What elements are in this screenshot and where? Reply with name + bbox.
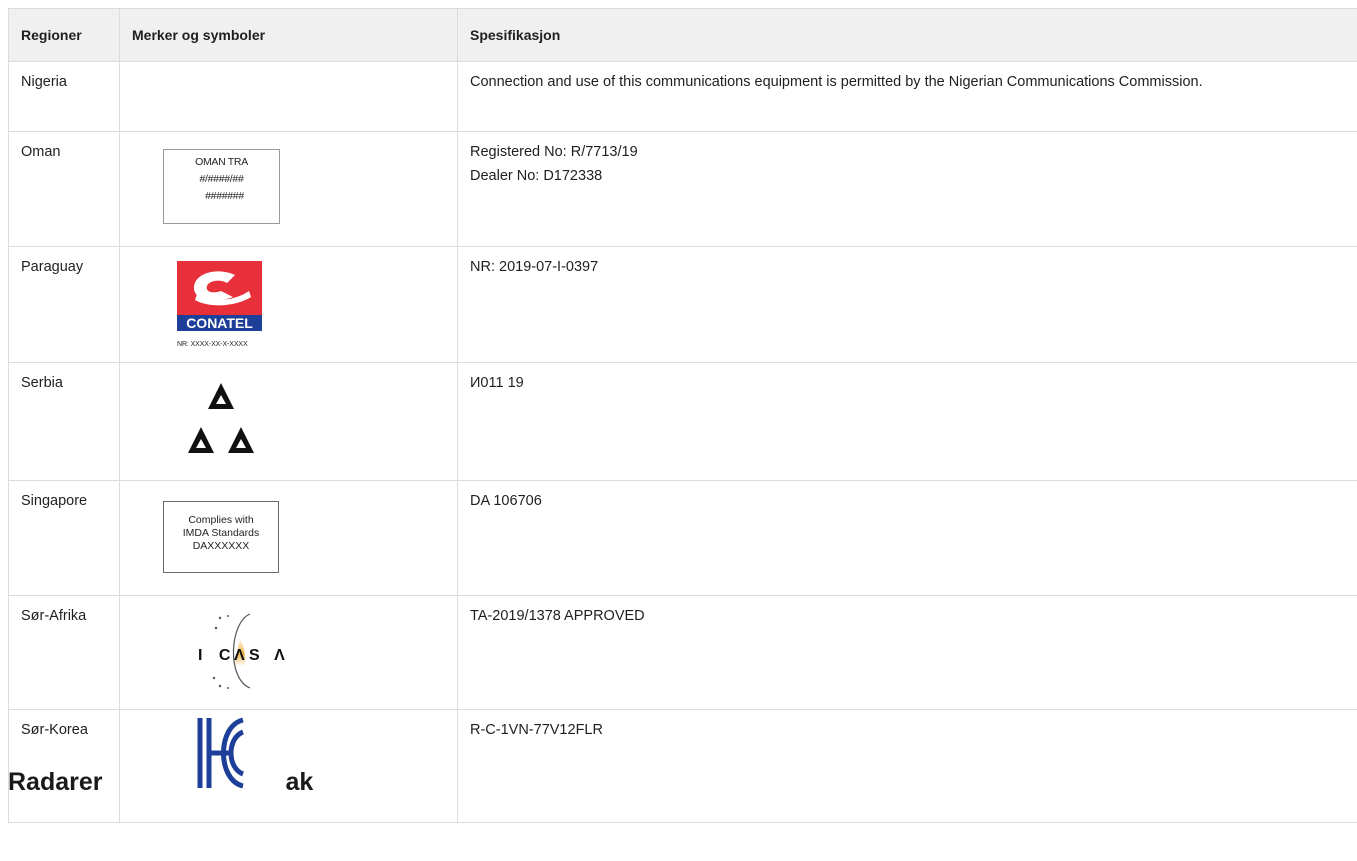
region-cell: Nigeria [8,61,120,132]
spec-line: DA 106706 [470,493,542,509]
overlapping-section-heading: Radarer ak [8,766,313,798]
conatel-emblem-icon: CONATEL [177,261,262,331]
oman-label-line: ####### [205,190,244,202]
oman-label-line: #/####/## [199,173,244,185]
table-row: Paraguay CONATEL NR: XXXX-XX-X-XXXX NR: … [8,246,1357,363]
spec-cell: Registered No: R/7713/19 Dealer No: D172… [457,131,1357,247]
mark-cell: I C Λ S Λ [119,595,458,710]
imda-label-icon: Complies with IMDA Standards DAXXXXXX [163,501,279,573]
spec-line: И011 19 [470,375,524,391]
imda-label-line: DAXXXXXX [192,540,250,552]
table-header-row: Regioner Merker og symboler Spesifikasjo… [8,8,1357,62]
icasa-logo-icon: I C Λ S Λ [198,613,290,689]
mark-cell: Complies with IMDA Standards DAXXXXXX [119,480,458,596]
spec-line: Registered No: R/7713/19 [470,144,638,160]
region-cell: Singapore [8,480,120,596]
spec-cell: NR: 2019-07-I-0397 [457,246,1357,363]
header-marks: Merker og symboler [119,8,458,62]
table-row: Oman OMAN TRA #/####/## ####### Register… [8,131,1357,247]
imda-label-line: Complies with [188,514,254,526]
spec-line: Connection and use of this communication… [470,74,1203,90]
certification-table: Regioner Merker og symboler Spesifikasjo… [8,8,1357,823]
spec-cell: DA 106706 [457,480,1357,596]
spec-line: TA-2019/1378 APPROVED [470,608,645,624]
region-cell: Paraguay [8,246,120,363]
spec-line: R-C-1VN-77V12FLR [470,722,603,738]
svg-text:I C: I C [198,647,236,664]
mark-cell: OMAN TRA #/####/## ####### [119,131,458,247]
spec-cell: И011 19 [457,362,1357,481]
svg-text:S Λ: S Λ [249,647,290,664]
region-cell: Oman [8,131,120,247]
header-region: Regioner [8,8,120,62]
spec-cell: Connection and use of this communication… [457,61,1357,132]
header-spec: Spesifikasjon [457,8,1357,62]
oman-label-line: OMAN TRA [195,156,248,168]
heading-visible-start: Radarer [8,768,103,796]
mark-cell [119,362,458,481]
imda-label-line: IMDA Standards [182,527,260,539]
oman-tra-label-icon: OMAN TRA #/####/## ####### [163,149,280,224]
table-row: Serbia И011 19 [8,362,1357,481]
spec-cell: TA-2019/1378 APPROVED [457,595,1357,710]
serbia-triangle-a-icon [188,383,254,453]
conatel-logo-icon: CONATEL NR: XXXX-XX-X-XXXX [177,261,262,349]
mark-cell: CONATEL NR: XXXX-XX-X-XXXX [119,246,458,363]
svg-text:CONATEL: CONATEL [186,315,253,331]
region-cell: Sør-Afrika [8,595,120,710]
conatel-caption: NR: XXXX-XX-X-XXXX [177,341,248,348]
table-row: Singapore Complies with IMDA Standards D… [8,480,1357,596]
heading-visible-tail: ak [285,768,314,796]
mark-cell [119,61,458,132]
table-row: Nigeria Connection and use of this commu… [8,61,1357,132]
svg-text:Λ: Λ [234,647,245,664]
spec-line: NR: 2019-07-I-0397 [470,259,599,275]
region-cell: Serbia [8,362,120,481]
spec-line: Dealer No: D172338 [470,168,603,184]
spec-cell: R-C-1VN-77V12FLR [457,709,1357,823]
table-row: Sør-Afrika I C Λ S Λ TA-2019/1378 APPROV… [8,595,1357,710]
